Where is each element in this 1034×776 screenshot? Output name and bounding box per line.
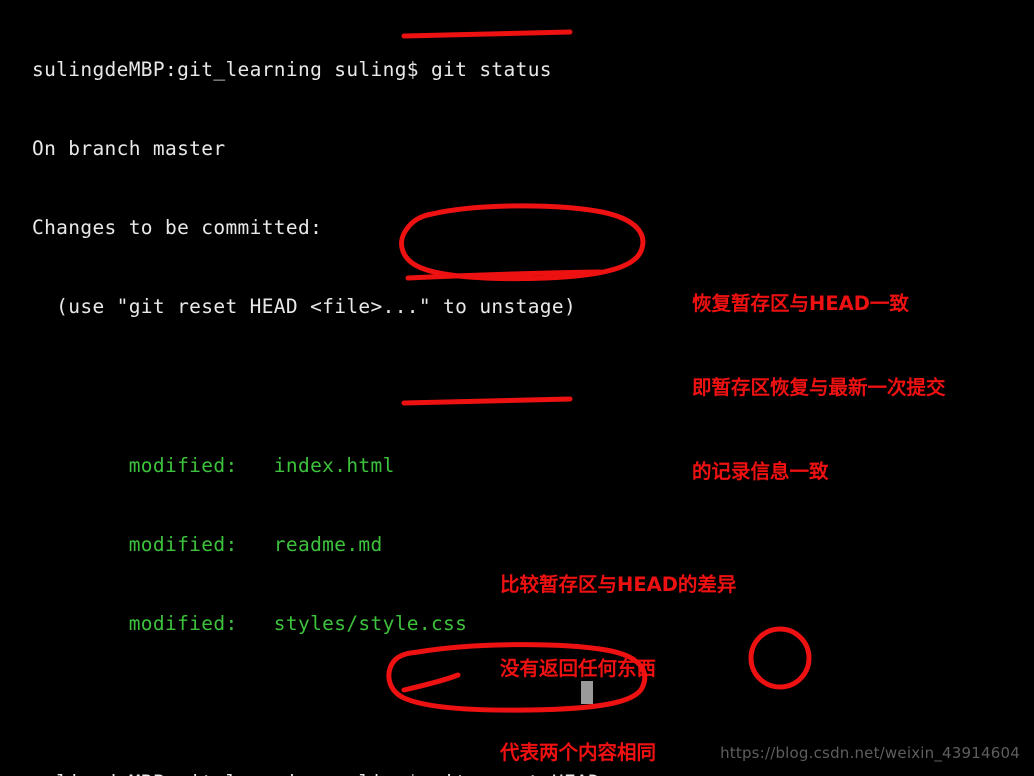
annotation-diff-cached: 比较暂存区与HEAD的差异 没有返回任何东西 代表两个内容相同 <box>500 515 736 776</box>
annotation-reset-head-line2: 即暂存区恢复与最新一次提交 <box>692 376 946 399</box>
annotation-diff-cached-line2: 没有返回任何东西 <box>500 657 657 680</box>
annotation-diff-cached-line3: 代表两个内容相同 <box>500 741 657 764</box>
terminal-screenshot: sulingdeMBP:git_learning suling$ git sta… <box>0 0 1034 776</box>
annotation-reset-head-line1: 恢复暂存区与HEAD一致 <box>692 292 909 315</box>
watermark: https://blog.csdn.net/weixin_43914604 <box>720 744 1020 762</box>
annotation-reset-head: 恢复暂存区与HEAD一致 即暂存区恢复与最新一次提交 的记录信息一致 <box>692 234 946 542</box>
terminal-line: sulingdeMBP:git_learning suling$ git sta… <box>32 57 552 81</box>
annotation-diff-cached-line1: 比较暂存区与HEAD的差异 <box>500 573 737 596</box>
terminal-line: On branch master <box>32 137 226 161</box>
annotation-reset-head-line3: 的记录信息一致 <box>692 460 829 483</box>
